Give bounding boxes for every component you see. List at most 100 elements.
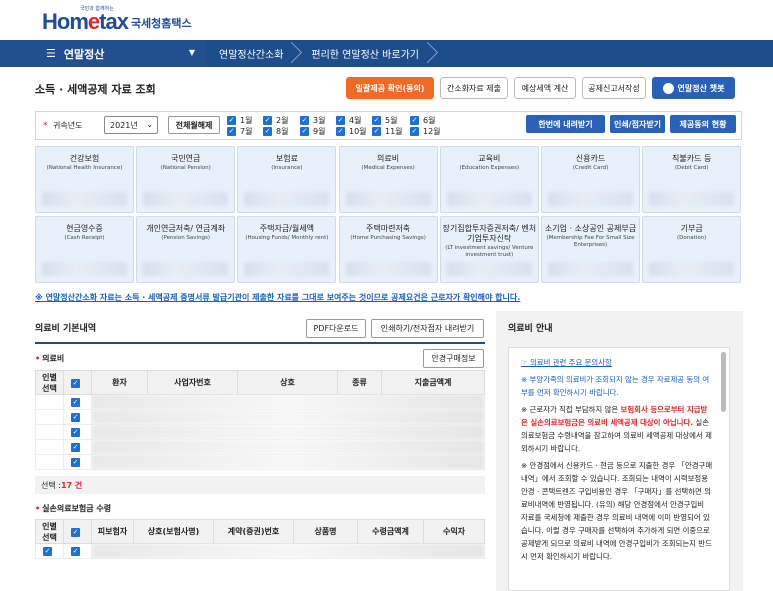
checkbox-checked-icon: ✓ <box>410 116 419 125</box>
col-header-beneficiary: 수익자 <box>423 519 485 544</box>
blurred-cell <box>91 409 485 425</box>
month-checkbox[interactable]: ✓ 10월 <box>336 126 367 137</box>
row-checkbox[interactable]: ✓ <box>63 454 92 470</box>
category-title: 개인연금저축/ 연금계좌 <box>146 224 226 233</box>
category-card[interactable]: 주택마련저축 (Home Purchasing Savings) <box>338 216 438 283</box>
category-english: (National Pension) <box>160 165 211 171</box>
category-card[interactable]: 보험료 (Insurance) <box>237 146 337 213</box>
month-checkbox[interactable]: ✓ 6월 <box>410 115 435 126</box>
category-card[interactable]: 장기집합투자증권저축/ 벤처기업투자신탁 (LT investment savin… <box>439 216 539 283</box>
toggle-all-months-button[interactable]: 전체월해제 <box>168 116 220 134</box>
category-card[interactable]: 주택자금/월세액 (Housing Funds/ Monthly rent) <box>237 216 337 283</box>
category-card[interactable]: 국민연금 (National Pension) <box>136 146 236 213</box>
filter-bar: * 귀속년도 2021년 ⌄ 전체월해제 ✓ 1월 ✓ 2월 ✓ 3월 ✓ 4월 ✓ 5월 ✓ 6월 ✓… <box>35 111 742 140</box>
caret-down-icon: ▼ <box>188 48 195 57</box>
category-card[interactable]: 교육비 (Education Expenses) <box>439 146 539 213</box>
top-header: 국민과 함께하는 Hometax 국세청홈택스 <box>0 0 773 40</box>
month-checkboxes: ✓ 1월 ✓ 2월 ✓ 3월 ✓ 4월 ✓ 5월 ✓ 6월 ✓ 7월 ✓ 8월 ✓ 9월 ✓ 10월 ✓ 11월 ✓ 12월 <box>227 115 457 139</box>
month-checkbox[interactable]: ✓ 3월 <box>300 115 325 126</box>
hometax-logo[interactable]: 국민과 함께하는 Hometax 국세청홈택스 <box>42 6 192 34</box>
glasses-info-button[interactable]: 안경구매정보 <box>423 349 484 368</box>
category-title: 국민연금 <box>170 154 201 163</box>
blurred-amount <box>143 192 229 206</box>
info-paragraph-2: ※ 근로자가 직접 부담하지 않은 보험회사 등으로부터 지급받은 실손의료보험… <box>521 405 712 453</box>
col-header-insurer: 상호(보험사명) <box>133 519 214 544</box>
category-title: 건강보험 <box>69 154 100 163</box>
row-checkbox[interactable]: ✓ <box>63 543 92 559</box>
month-checkbox[interactable]: ✓ 1월 <box>227 115 252 126</box>
category-card[interactable]: 소기업 · 소상공인 공제부금 (Membership Fee For Small… <box>541 216 640 283</box>
report-create-button[interactable]: 공제신고서작성 <box>582 77 646 99</box>
year-select[interactable]: 2021년 ⌄ <box>104 116 158 134</box>
month-checkbox[interactable]: ✓ 12월 <box>410 126 441 137</box>
info-box: ☞ 의료비 관련 주요 문의사항 ※ 부양가족의 의료비가 조회되지 않는 경우… <box>508 347 730 591</box>
selection-count-bar: 선택 : 17 건 <box>35 476 485 494</box>
col-header-contract: 계약(증권)번호 <box>213 519 294 544</box>
table-row: ✓ <box>35 454 485 470</box>
category-card[interactable]: 현금영수증 (Cash Receipt) <box>35 216 134 283</box>
month-checkbox[interactable]: ✓ 5월 <box>372 115 397 126</box>
selection-count: 17 건 <box>60 480 83 490</box>
month-checkbox[interactable]: ✓ 11월 <box>372 126 403 137</box>
logo-tax-text: tax <box>99 9 129 34</box>
category-english: (Donation) <box>677 235 707 241</box>
medical-subtitle: • 의료비 <box>35 354 65 363</box>
select-all-checkbox-2[interactable]: ✓ <box>63 519 92 544</box>
print-download-button[interactable]: 인쇄/점자받기 <box>610 115 665 133</box>
logo-e-text: e <box>87 9 100 34</box>
month-checkbox[interactable]: ✓ 9월 <box>300 126 325 137</box>
year-label: 귀속년도 <box>53 121 83 130</box>
tax-estimate-button[interactable]: 예상세액 계산 <box>514 77 576 99</box>
checkbox-checked-icon: ✓ <box>300 116 309 125</box>
category-card[interactable]: 직불카드 등 (Debit Card) <box>642 146 742 213</box>
category-title: 현금영수증 <box>66 224 103 233</box>
row-checkbox[interactable]: ✓ <box>35 543 64 559</box>
month-checkbox[interactable]: ✓ 2월 <box>263 115 288 126</box>
breadcrumb-shortcut[interactable]: 편리한 연말정산 바로가기 <box>297 40 433 67</box>
blurred-amount <box>649 262 735 276</box>
blurred-amount <box>548 192 633 206</box>
row-person-cell <box>35 394 64 410</box>
simplified-submit-button[interactable]: 간소화자료 제출 <box>440 77 508 99</box>
row-checkbox[interactable]: ✓ <box>63 394 92 410</box>
select-all-checkbox[interactable]: ✓ <box>63 370 92 395</box>
blurred-amount <box>244 192 330 206</box>
info-scrollbar[interactable] <box>721 352 726 412</box>
chatbot-label: 연말정산 챗봇 <box>677 83 725 93</box>
row-checkbox[interactable]: ✓ <box>63 439 92 455</box>
col-header-type: 종류 <box>337 370 382 395</box>
category-card[interactable]: 의료비 (Medical Expenses) <box>338 146 438 213</box>
pdf-download-button[interactable]: PDF다운로드 <box>306 319 366 338</box>
download-all-button[interactable]: 한번에 내려받기 <box>526 115 605 133</box>
month-checkbox[interactable]: ✓ 7월 <box>227 126 252 137</box>
breadcrumb-simplified[interactable]: 연말정산간소화 <box>207 40 297 67</box>
checkbox-checked-icon: ✓ <box>263 127 272 136</box>
row-checkbox[interactable]: ✓ <box>63 409 92 425</box>
blurred-amount <box>42 192 127 206</box>
bulk-consent-button[interactable]: 일괄제공 확인(동의) <box>346 77 434 99</box>
category-card[interactable]: 건강보험 (National Health Insurance) <box>35 146 134 213</box>
category-card[interactable]: 개인연금저축/ 연금계좌 (Pension Savings) <box>136 216 236 283</box>
row-person-cell <box>35 439 64 455</box>
insurance-subtitle: • 실손의료보험금 수령 <box>35 504 112 513</box>
month-checkbox[interactable]: ✓ 4월 <box>336 115 361 126</box>
category-title: 의료비 <box>377 154 400 163</box>
row-checkbox[interactable]: ✓ <box>63 424 92 440</box>
category-english: (Credit Card) <box>572 165 609 171</box>
required-mark: * <box>43 121 48 131</box>
print-braille-button[interactable]: 인쇄하기/전자점자 내려받기 <box>371 319 484 338</box>
chatbot-button[interactable]: 연말정산 챗봇 <box>652 77 735 99</box>
blurred-amount <box>143 262 229 276</box>
category-card[interactable]: 기부금 (Donation) <box>642 216 742 283</box>
faq-link[interactable]: ☞ 의료비 관련 주요 문의사항 <box>521 356 713 369</box>
blurred-amount <box>345 192 431 206</box>
nav-menu-dropdown[interactable]: ☰ 연말정산 ▼ <box>0 40 207 67</box>
checkbox-checked-icon: ✓ <box>336 116 345 125</box>
category-title: 교육비 <box>478 154 501 163</box>
col-header-product: 상품명 <box>293 519 358 544</box>
category-card[interactable]: 신용카드 (Credit Card) <box>541 146 640 213</box>
info-panel-title: 의료비 안내 <box>508 324 553 334</box>
month-checkbox[interactable]: ✓ 8월 <box>263 126 288 137</box>
provider-status-button[interactable]: 제공동의 현황 <box>670 115 736 133</box>
col-header-amount: 지출금액계 <box>381 370 485 395</box>
